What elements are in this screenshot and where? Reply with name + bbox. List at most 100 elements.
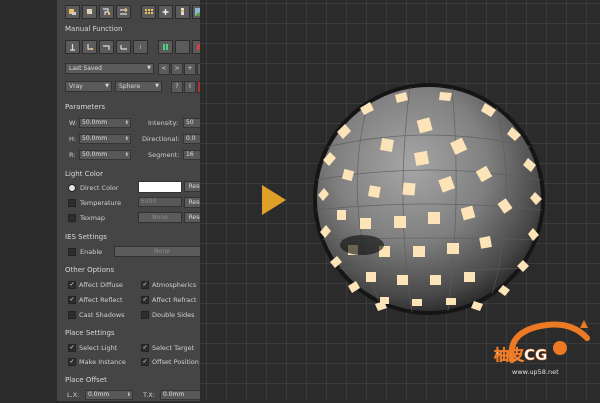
watermark-url: www.up58.net	[512, 368, 559, 376]
shape-selected-label: Sphere	[119, 83, 141, 90]
direct-color-radio[interactable]	[68, 184, 76, 192]
target-light-icon[interactable]	[82, 5, 97, 19]
preset-add-button[interactable]: +	[184, 63, 196, 75]
make-instance-label: Make Instance	[79, 358, 126, 366]
intensity-label: Intensity:	[148, 119, 179, 127]
mirror-light-icon[interactable]	[116, 5, 131, 19]
preset-selected-label: Last Saved	[69, 65, 102, 72]
r-label: R:	[69, 151, 76, 159]
spinner-arrows-icon: ⬍	[124, 152, 129, 158]
spinner-arrows-icon: ⬍	[124, 120, 129, 126]
tx-value: 0.0mm	[163, 391, 185, 398]
affect-diffuse-checkbox[interactable]	[68, 281, 76, 289]
parameters-header: Parameters	[65, 103, 106, 111]
lx-label: L.X:	[67, 391, 80, 399]
play-arrow-icon	[262, 185, 286, 215]
lx-value: 0.0mm	[88, 391, 110, 398]
light-color-header: Light Color	[65, 170, 103, 178]
affect-reflect-label: Affect Reflect	[79, 296, 123, 304]
shape-select[interactable]: Sphere ▼	[115, 81, 162, 92]
watermark-logo: 柚皮CG www.up58.net	[492, 310, 600, 390]
w-label: W:	[69, 119, 78, 127]
segment-value: 16	[186, 151, 194, 158]
place-offset-header: Place Offset	[65, 376, 107, 384]
plugin-panel: Manual Function Last Saved▼ < > + − Vray…	[57, 0, 220, 401]
info-button[interactable]: I	[184, 81, 196, 93]
move-up-icon[interactable]	[65, 40, 80, 54]
w-spinner[interactable]: 50.0mm ⬍	[79, 118, 131, 128]
temperature-label: Temperature	[80, 199, 122, 207]
viewport[interactable]: 柚皮CG www.up58.net	[200, 0, 600, 401]
offset-position-checkbox[interactable]	[141, 358, 149, 366]
chevron-down-icon: ▼	[147, 65, 151, 71]
h-spinner[interactable]: 50.0mm ⬍	[79, 134, 131, 144]
temperature-checkbox[interactable]	[68, 199, 76, 207]
segment-label: Segment:	[148, 151, 180, 159]
green-toggle-icon[interactable]	[158, 40, 173, 54]
ies-enable-label: Enable	[80, 248, 103, 256]
directional-value: 0.0	[186, 135, 196, 142]
atmospherics-checkbox[interactable]	[141, 281, 149, 289]
texmap-checkbox[interactable]	[68, 214, 76, 222]
affect-diffuse-label: Affect Diffuse	[79, 281, 123, 289]
affect-reflect-checkbox[interactable]	[68, 296, 76, 304]
ies-file-button[interactable]: None	[114, 246, 210, 257]
preset-next-button[interactable]: >	[171, 63, 183, 75]
direct-color-swatch[interactable]	[138, 181, 182, 193]
directional-label: Directional:	[142, 135, 180, 143]
r-value: 50.0mm	[82, 151, 108, 158]
texmap-button[interactable]: None	[138, 212, 182, 223]
preset-select[interactable]: Last Saved ▼	[65, 63, 154, 74]
affect-refract-label: Affect Refract	[152, 296, 197, 304]
place-left-icon[interactable]	[99, 40, 114, 54]
blank-tool-icon[interactable]	[175, 40, 190, 54]
left-margin	[0, 0, 57, 401]
lamp-icon[interactable]	[175, 5, 190, 19]
array-grid-icon[interactable]	[141, 5, 156, 19]
cast-shadows-checkbox[interactable]	[68, 311, 76, 319]
spinner-arrows-icon: ⬍	[126, 392, 131, 398]
make-instance-checkbox[interactable]	[68, 358, 76, 366]
ies-enable-checkbox[interactable]	[68, 248, 76, 256]
r-spinner[interactable]: 50.0mm ⬍	[79, 150, 131, 160]
select-target-label: Select Target	[152, 344, 195, 352]
align-light-icon[interactable]	[99, 5, 114, 19]
place-down-icon[interactable]	[82, 40, 97, 54]
temperature-value: 6500	[141, 198, 157, 205]
direct-color-label: Direct Color	[80, 184, 119, 192]
place-settings-header: Place Settings	[65, 329, 115, 337]
renderer-selected-label: Vray	[69, 83, 83, 90]
tx-label: T.X:	[143, 391, 155, 399]
double-sides-label: Double Sides	[152, 311, 195, 319]
spinner-arrows-icon: ⬍	[124, 136, 129, 142]
help-button[interactable]: ?	[171, 81, 183, 93]
chevron-down-icon: ▼	[155, 83, 159, 89]
offset-position-label: Offset Position	[152, 358, 199, 366]
select-target-checkbox[interactable]	[141, 344, 149, 352]
h-label: H:	[69, 135, 77, 143]
h-value: 50.0mm	[82, 135, 108, 142]
preset-prev-button[interactable]: <	[158, 63, 170, 75]
renderer-select[interactable]: Vray ▼	[65, 81, 112, 92]
intensity-value: 50	[186, 119, 194, 126]
other-options-header: Other Options	[65, 266, 115, 274]
select-light-label: Select Light	[79, 344, 118, 352]
w-value: 50.0mm	[82, 119, 108, 126]
ies-settings-header: IES Settings	[65, 233, 107, 241]
cast-shadows-label: Cast Shadows	[79, 311, 125, 319]
spacer-icon[interactable]	[133, 40, 148, 54]
texmap-label: Texmap	[80, 214, 106, 222]
lx-spinner[interactable]: 0.0mm ⬍	[85, 390, 133, 400]
light-sphere	[313, 83, 545, 315]
create-light-icon[interactable]	[65, 5, 80, 19]
watermark-brand: 柚皮CG	[494, 346, 548, 365]
affect-refract-checkbox[interactable]	[141, 296, 149, 304]
temperature-spinner[interactable]: 6500	[138, 197, 182, 207]
select-light-checkbox[interactable]	[68, 344, 76, 352]
manual-function-header: Manual Function	[65, 25, 123, 33]
add-light-icon[interactable]	[158, 5, 173, 19]
atmospherics-label: Atmospherics	[152, 281, 197, 289]
chevron-down-icon: ▼	[105, 83, 109, 89]
double-sides-checkbox[interactable]	[141, 311, 149, 319]
place-right-icon[interactable]	[116, 40, 131, 54]
